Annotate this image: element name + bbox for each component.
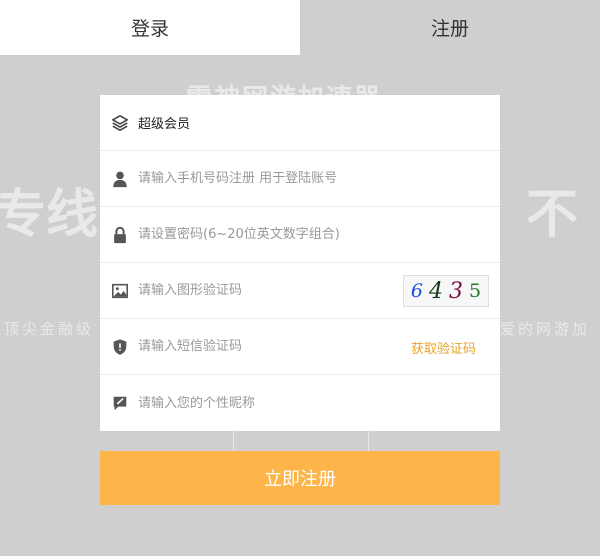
user-icon xyxy=(110,169,130,189)
lock-icon xyxy=(110,225,130,245)
captcha-image[interactable]: 6 4 3 5 xyxy=(403,275,489,307)
shield-icon xyxy=(110,337,130,357)
register-submit-button[interactable]: 立即注册 xyxy=(100,451,500,505)
captcha-char: 5 xyxy=(469,280,482,302)
captcha-char: 4 xyxy=(429,278,443,304)
nickname-row xyxy=(100,375,500,431)
tab-register[interactable]: 注册 xyxy=(300,0,600,55)
background-big-text-right: 不 xyxy=(526,185,579,245)
form-title-row: 超级会员 xyxy=(100,95,500,151)
background-big-text-left: 专线 xyxy=(0,185,99,245)
sms-code-input[interactable] xyxy=(138,339,378,354)
tab-login[interactable]: 登录 xyxy=(0,0,300,55)
password-row xyxy=(100,207,500,263)
background-line-left: 顶尖金融级 xyxy=(4,320,95,338)
tab-bar: 登录 注册 xyxy=(0,0,600,55)
image-code-row: 6 4 3 5 xyxy=(100,263,500,319)
phone-row xyxy=(100,151,500,207)
register-form: 超级会员 6 4 3 5 获取验证码 xyxy=(100,95,500,431)
image-code-input[interactable] xyxy=(138,283,378,298)
edit-icon xyxy=(110,393,130,413)
nickname-input[interactable] xyxy=(138,395,378,411)
form-title: 超级会员 xyxy=(138,117,191,132)
sms-code-row: 获取验证码 xyxy=(100,319,500,375)
captcha-char: 3 xyxy=(449,278,463,304)
captcha-char: 6 xyxy=(410,280,423,302)
layers-icon xyxy=(110,113,130,133)
get-code-link[interactable]: 获取验证码 xyxy=(411,319,476,375)
background-line-right: 爱的网游加 xyxy=(500,320,591,338)
password-input[interactable] xyxy=(138,227,378,242)
phone-input[interactable] xyxy=(138,171,378,186)
image-icon xyxy=(110,281,130,301)
